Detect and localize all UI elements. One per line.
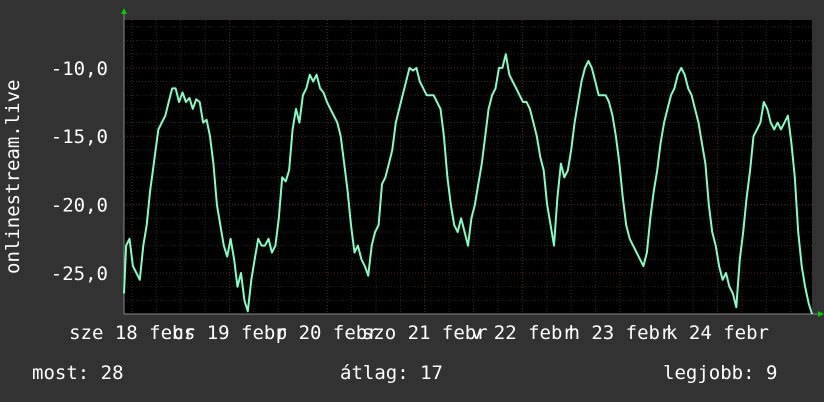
line-chart: -10,0 -15,0 -20,0 -25,0 sze 18 febrcs 19 fe… <box>2 8 824 344</box>
plot-area <box>124 20 812 314</box>
y-axis-label: onlinestream.live <box>2 80 24 274</box>
y-tick-label: -25,0 <box>51 263 108 285</box>
x-tick-label: cs 19 febr <box>172 322 286 344</box>
stat-average: átlag: 17 <box>340 362 443 384</box>
stat-best: legjobb: 9 <box>663 362 778 384</box>
x-tick-label: k 24 febr <box>666 322 769 344</box>
x-tick-label: h 23 febr <box>568 322 671 344</box>
y-tick-label: -20,0 <box>51 195 108 217</box>
y-tick-labels: -10,0 -15,0 -20,0 -25,0 <box>51 58 108 285</box>
y-axis-arrow <box>121 8 127 14</box>
y-tick-label: -15,0 <box>51 126 108 148</box>
x-tick-labels: sze 18 febrcs 19 febrp 20 febrszo 21 feb… <box>69 322 769 344</box>
chart-root: -10,0 -15,0 -20,0 -25,0 sze 18 febr cs 19 fe… <box>0 0 824 402</box>
x-tick-label: v 22 febr <box>471 322 574 344</box>
stat-current: most: 28 <box>32 362 124 384</box>
x-axis-arrow <box>818 311 824 317</box>
x-tick-label: szo 21 febr <box>362 322 488 344</box>
y-tick-label: -10,0 <box>51 58 108 80</box>
